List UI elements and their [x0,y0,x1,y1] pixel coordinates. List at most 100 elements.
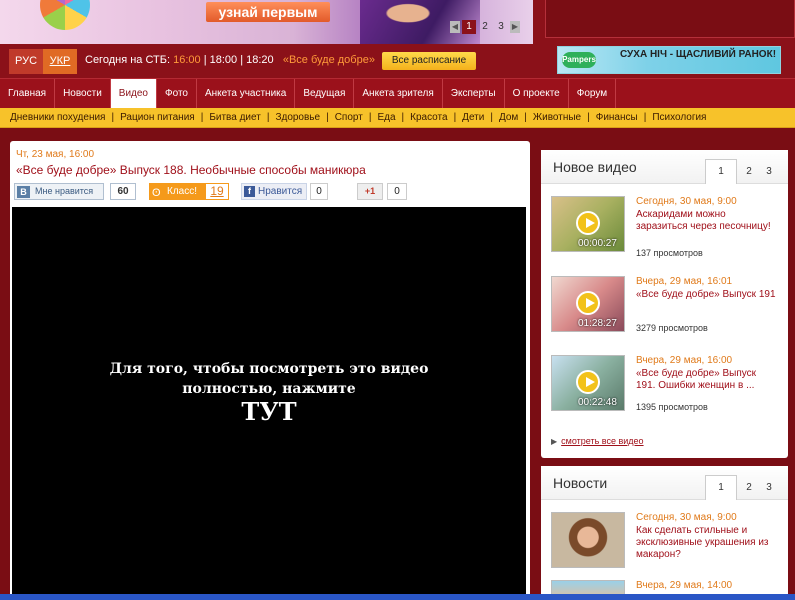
video-duration: 00:22:48 [578,397,617,408]
video-player[interactable]: Для того, чтобы посмотреть это видео пол… [12,207,526,600]
subnav-separator: | [453,112,457,123]
video-thumbnail[interactable]: 00:00:27 [551,196,625,252]
pampers-ad[interactable]: Pampers СУХА НІЧ - ЩАСЛИВИЙ РАНОК! [557,46,781,74]
ok-class-button[interactable]: ʘ Класс! [149,183,205,200]
lang-ua-link[interactable]: УКР [43,49,77,74]
news-widget: Новости 1 2 3 Сегодня, 30 мая, 9:00 Как … [541,466,788,600]
subnav-item[interactable]: Красота [410,112,447,123]
pampers-logo: Pampers [562,52,596,68]
schedule-show[interactable]: «Все буде добре» [283,54,375,66]
schedule-time-3[interactable]: 18:20 [246,54,274,66]
video-title[interactable]: «Все буде добре» Выпуск 191. Ошибки женщ… [636,368,776,392]
promo-banner[interactable]: узнай первым ◀ 1 2 3 ▶ [0,0,533,44]
video-thumbnail[interactable]: 00:22:48 [551,355,625,411]
video-list-item[interactable]: 00:22:48 Вчера, 29 мая, 16:00 «Все буде … [551,355,781,415]
subnav-item[interactable]: Дневники похудения [10,112,105,123]
schedule-separator: | [203,54,207,66]
nav-item-about[interactable]: О проекте [505,79,569,108]
ok-class-label: Класс! [167,186,197,197]
all-videos-link[interactable]: ▶ смотреть все видео [551,436,644,446]
schedule-time-2[interactable]: 18:00 [210,54,238,66]
nav-item-experts[interactable]: Эксперты [443,79,505,108]
nav-item-news[interactable]: Новости [55,79,111,108]
news-tab-3[interactable]: 3 [759,476,779,500]
video-list-item[interactable]: 00:00:27 Сегодня, 30 мая, 9:00 Аскаридам… [551,196,781,258]
subnav-separator: | [401,112,405,123]
nav-item-photo[interactable]: Фото [157,79,197,108]
nav-item-host[interactable]: Ведущая [295,79,355,108]
new-video-tab-3[interactable]: 3 [759,160,779,184]
nav-item-video[interactable]: Видео [110,79,157,108]
google-plus-count: 0 [387,183,407,200]
banner-pager: ◀ 1 2 3 ▶ [450,20,520,34]
nav-item-participant-form[interactable]: Анкета участника [197,79,296,108]
subnav-item[interactable]: Здоровье [275,112,320,123]
subnav-item[interactable]: Дом [499,112,518,123]
nav-item-home[interactable]: Главная [0,79,56,108]
new-video-widget: Новое видео 1 2 3 00:00:27 Сегодня, 30 м… [541,150,788,458]
new-video-title: Новое видео [553,159,637,175]
subnav-item[interactable]: Спорт [335,112,363,123]
news-date: Вчера, 29 мая, 14:00 [636,580,733,591]
pager-prev-icon[interactable]: ◀ [450,21,460,33]
news-header: Новости 1 2 3 [541,466,788,500]
video-views: 137 просмотров [636,248,703,258]
subnav-item[interactable]: Животные [533,112,581,123]
vk-like-label: Мне нравится [35,186,94,196]
facebook-icon: f [244,186,255,197]
news-tab-2[interactable]: 2 [739,476,759,500]
pager-next-icon[interactable]: ▶ [510,21,520,33]
subnav-separator: | [587,112,590,123]
banner-cta-button[interactable]: узнай первым [206,2,330,22]
schedule-separator: | [240,54,244,66]
article-title[interactable]: «Все буде добре» Выпуск 188. Необычные с… [16,163,366,177]
all-schedule-button[interactable]: Все расписание [382,52,476,70]
pager-page-3[interactable]: 3 [494,20,508,34]
video-title[interactable]: Аскаридами можно заразиться через песочн… [636,209,776,233]
new-video-header: Новое видео 1 2 3 [541,150,788,184]
news-thumbnail[interactable] [551,512,625,568]
nav-item-viewer-form[interactable]: Анкета зрителя [354,79,443,108]
vk-like-count: 60 [110,183,136,200]
nav-item-forum[interactable]: Форум [569,79,617,108]
pager-page-1[interactable]: 1 [462,20,476,34]
player-message-line-2: полностью, нажмите [182,381,356,397]
video-thumbnail[interactable]: 01:28:27 [551,276,625,332]
subnav-separator: | [326,112,329,123]
news-title-link[interactable]: Как сделать стильные и эксклюзивные укра… [636,525,776,561]
new-video-tab-1[interactable]: 1 [705,159,737,184]
subnav-separator: | [490,112,493,123]
subnav-item[interactable]: Психология [652,112,706,123]
subnav-item[interactable]: Еда [377,112,395,123]
player-here-link[interactable]: ТУТ [12,397,526,426]
vk-like-button[interactable]: В Мне нравится [14,183,104,200]
header-strip: РУС УКР Сегодня на СТБ: 16:00 | 18:00 | … [0,44,795,78]
google-plus-button[interactable]: +1 [357,183,383,200]
subnav-separator: | [266,112,270,123]
schedule-time-1[interactable]: 16:00 [173,54,201,66]
ok-class-count[interactable]: 19 [205,183,229,200]
all-videos-label: смотреть все видео [561,436,644,446]
news-tab-1[interactable]: 1 [705,475,737,500]
facebook-like-button[interactable]: f Нравится [241,183,307,200]
today-schedule: Сегодня на СТБ: 16:00 | 18:00 | 18:20 «В… [85,54,375,66]
subnav-item[interactable]: Дети [462,112,484,123]
subnav-separator: | [643,112,647,123]
video-list-item[interactable]: 01:28:27 Вчера, 29 мая, 16:01 «Все буде … [551,276,781,336]
lang-ru-button[interactable]: РУС [9,49,43,74]
pager-page-2[interactable]: 2 [478,20,492,34]
subnav-separator: | [524,112,527,123]
subnav-item[interactable]: Финансы [596,112,638,123]
video-date: Вчера, 29 мая, 16:00 [636,355,733,366]
play-icon [576,291,600,315]
subnav-separator: | [368,112,372,123]
play-icon [576,370,600,394]
subnav-item[interactable]: Битва диет [209,112,261,123]
new-video-tab-2[interactable]: 2 [739,160,759,184]
video-title[interactable]: «Все буде добре» Выпуск 191 [636,289,776,313]
news-list-item[interactable]: Сегодня, 30 мая, 9:00 Как сделать стильн… [551,512,781,572]
video-views: 3279 просмотров [636,323,708,333]
subnav-item[interactable]: Рацион питания [120,112,195,123]
video-article: Чт, 23 мая, 16:00 «Все буде добре» Выпус… [10,141,530,600]
banner-right-box [545,0,795,38]
